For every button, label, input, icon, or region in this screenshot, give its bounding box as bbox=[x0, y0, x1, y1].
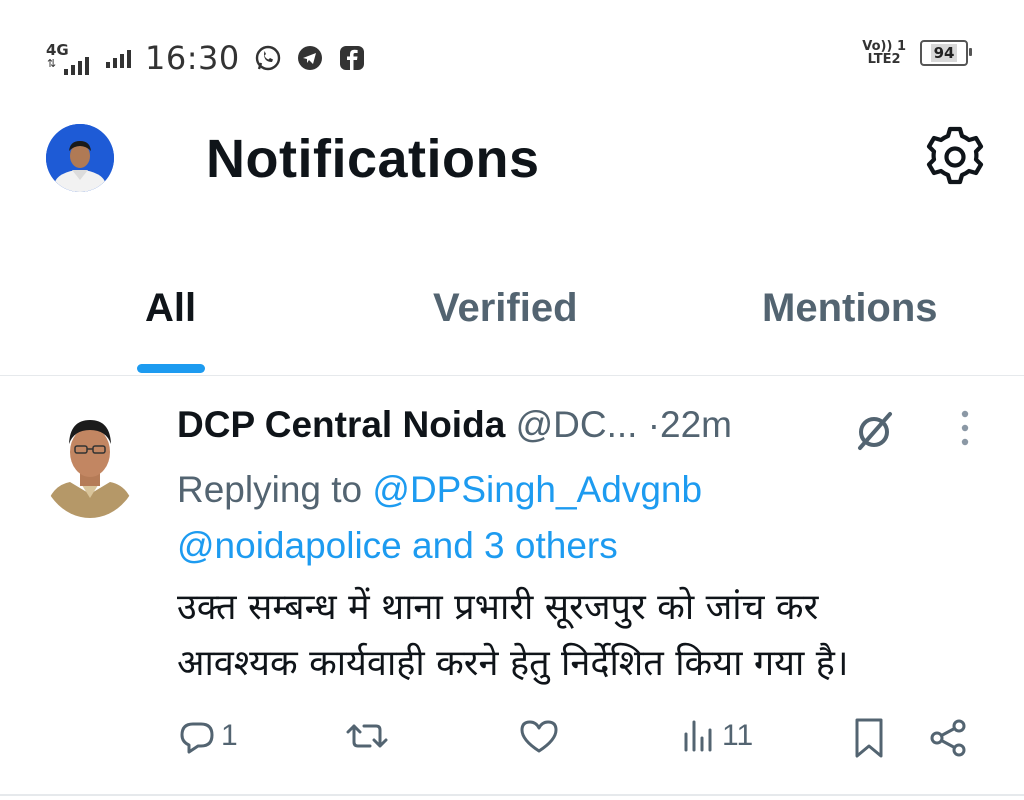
tweet-text: उक्त सम्बन्ध में थाना प्रभारी सूरजपुर को… bbox=[177, 580, 997, 692]
replying-others-link[interactable]: @noidapolice and 3 others bbox=[177, 525, 618, 566]
tweet-divider bbox=[0, 794, 1024, 796]
notification-tweet[interactable]: DCP Central Noida @DC... ·22m Replying t… bbox=[0, 376, 1024, 800]
heart-icon bbox=[520, 720, 558, 753]
separator-dot: · bbox=[647, 404, 661, 445]
tab-all[interactable]: All bbox=[145, 286, 196, 331]
replying-prefix: Replying to bbox=[177, 469, 363, 510]
retweet-icon bbox=[346, 724, 388, 748]
tweet-time: 22m bbox=[660, 404, 732, 445]
views-chart-icon bbox=[684, 720, 712, 752]
tab-verified[interactable]: Verified bbox=[433, 286, 578, 331]
tab-mentions[interactable]: Mentions bbox=[762, 286, 938, 331]
author-photo-icon bbox=[40, 402, 140, 518]
app-header: Notifications bbox=[0, 100, 1024, 260]
network-indicator: 4G ⇅ bbox=[46, 41, 92, 75]
tweet-text-line-1: उक्त सम्बन्ध में थाना प्रभारी सूरजपुर को… bbox=[177, 587, 819, 628]
more-options-icon[interactable] bbox=[950, 408, 980, 452]
volte-indicator: Vo)) 1 LTE2 bbox=[862, 40, 906, 66]
reply-button[interactable]: 1 bbox=[177, 716, 238, 756]
whatsapp-icon bbox=[255, 45, 280, 71]
replying-to: Replying to @DPSingh_Advgnb @noidapolice… bbox=[177, 462, 997, 574]
settings-gear-icon[interactable] bbox=[922, 124, 988, 190]
views-count: 11 bbox=[722, 719, 754, 752]
notification-tabs: All Verified Mentions bbox=[0, 280, 1024, 376]
share-icon bbox=[930, 719, 966, 757]
page-title: Notifications bbox=[206, 129, 540, 189]
telegram-icon bbox=[297, 46, 322, 70]
bookmark-button[interactable] bbox=[849, 716, 889, 760]
signal-bars-icon bbox=[64, 55, 89, 75]
author-name[interactable]: DCP Central Noida bbox=[177, 404, 505, 445]
volte-line2: LTE2 bbox=[867, 52, 901, 67]
bookmark-icon bbox=[855, 718, 883, 758]
tweet-header: DCP Central Noida @DC... ·22m bbox=[177, 404, 732, 446]
battery-icon: 94 bbox=[920, 40, 972, 66]
reply-count: 1 bbox=[221, 719, 238, 752]
status-left: 4G ⇅ 16:30 bbox=[46, 38, 366, 78]
profile-avatar[interactable] bbox=[46, 124, 114, 192]
reply-icon bbox=[180, 722, 214, 754]
like-button[interactable] bbox=[517, 716, 561, 756]
active-tab-indicator bbox=[137, 364, 205, 373]
status-right: Vo)) 1 LTE2 94 bbox=[862, 40, 972, 66]
signal-bars-2-icon bbox=[106, 48, 131, 68]
status-bar: 4G ⇅ 16:30 Vo)) 1 LTE2 94 bbox=[0, 0, 1024, 100]
share-button[interactable] bbox=[927, 716, 971, 760]
views-button[interactable]: 11 bbox=[682, 716, 753, 756]
clock: 16:30 bbox=[145, 39, 240, 77]
replying-user-link[interactable]: @DPSingh_Advgnb bbox=[372, 469, 702, 510]
facebook-icon bbox=[339, 46, 364, 70]
retweet-button[interactable] bbox=[345, 716, 389, 756]
tweet-actions: 1 11 bbox=[177, 716, 997, 766]
battery-level: 94 bbox=[930, 44, 958, 62]
author-handle[interactable]: @DC... bbox=[516, 404, 638, 445]
grok-icon[interactable] bbox=[850, 406, 898, 454]
data-arrows-icon: ⇅ bbox=[47, 57, 57, 70]
profile-photo-icon bbox=[46, 124, 114, 192]
tweet-author-avatar[interactable] bbox=[40, 402, 140, 518]
tweet-text-line-2: आवश्यक कार्यवाही करने हेतु निर्देशित किय… bbox=[177, 643, 849, 684]
